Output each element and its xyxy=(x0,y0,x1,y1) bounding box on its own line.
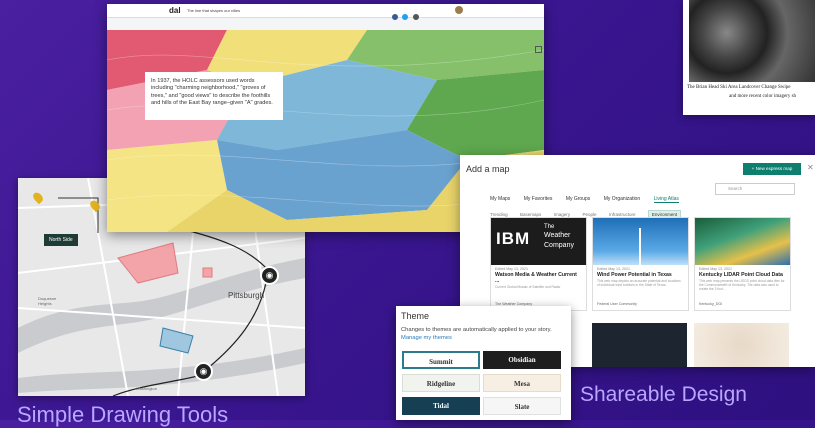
expand-icon[interactable] xyxy=(535,46,542,53)
card-desc: This web map presents the USGS point clo… xyxy=(699,279,785,291)
story-logo: dal xyxy=(169,6,181,15)
weather-logo-line1: The xyxy=(544,224,555,230)
weather-logo-line2: Weather xyxy=(544,232,571,239)
card-title: Wind Power Potential in Texas xyxy=(597,272,672,278)
steering-wheel-icon[interactable]: ◉ xyxy=(260,266,279,285)
card-desc: This web map depicts an accurate potenti… xyxy=(597,279,681,287)
north-side-label[interactable]: North Side xyxy=(44,234,78,246)
theme-ridgeline[interactable]: Ridgeline xyxy=(402,374,480,392)
search-input[interactable]: Search xyxy=(715,183,795,195)
caption-shareable-design: Shareable Design xyxy=(580,383,747,406)
aerial-photo xyxy=(689,0,815,82)
map-card-thumbnail[interactable] xyxy=(694,323,789,367)
card-title: Kentucky LIDAR Point Cloud Data xyxy=(699,272,783,278)
story-header: dal The line that shapes our cities xyxy=(107,4,544,20)
photo-caption-2: and more recent color imagery sh xyxy=(729,94,797,99)
story-title: The line that shapes our cities xyxy=(187,8,241,13)
pittsburgh-label: Pittsburgh xyxy=(228,291,265,300)
map-card-thumbnail[interactable] xyxy=(592,323,687,367)
search-placeholder: Search xyxy=(728,186,743,191)
photo-caption: The Brian Head Ski Area Landcover Change… xyxy=(687,85,791,90)
wind-turbine-thumbnail xyxy=(593,218,688,265)
card-source: Kentucky_DGI xyxy=(699,302,723,306)
story-caption-box: In 1937, the HOLC assessors used words i… xyxy=(145,72,283,120)
theme-summit[interactable]: Summit xyxy=(402,351,480,369)
theme-tidal[interactable]: Tidal xyxy=(402,397,480,415)
tab-living-atlas[interactable]: Living Atlas xyxy=(653,196,679,203)
close-icon[interactable]: ✕ xyxy=(807,163,814,172)
theme-mesa[interactable]: Mesa xyxy=(483,374,561,392)
caption-simple-drawing-tools: Simple Drawing Tools xyxy=(17,402,229,427)
tab-my-groups[interactable]: My Groups xyxy=(566,196,590,202)
weather-logo-line3: Company xyxy=(544,242,574,249)
card-desc: Current Global Mosaic of Satellite and R… xyxy=(495,285,561,289)
steering-wheel-icon[interactable]: ◉ xyxy=(194,362,213,381)
duquesne-label: Duquesne Heights xyxy=(38,296,57,306)
theme-slate[interactable]: Slate xyxy=(483,397,561,415)
map-card[interactable]: Edited May 13, 2021 Kentucky LIDAR Point… xyxy=(694,217,791,311)
tab-my-maps[interactable]: My Maps xyxy=(490,196,510,202)
washington-label: Washington xyxy=(136,386,157,391)
lidar-thumbnail xyxy=(695,218,790,265)
theme-description: Changes to themes are automatically appl… xyxy=(401,326,569,342)
ibm-weather-thumbnail: IBM The Weather Company xyxy=(491,218,586,265)
map-card[interactable]: Edited May 13, 2021 Wind Power Potential… xyxy=(592,217,689,311)
story-caption-text: In 1937, the HOLC assessors used words i… xyxy=(151,78,273,106)
manage-themes-link[interactable]: Manage my themes xyxy=(401,335,452,341)
tab-my-favorites[interactable]: My Favorites xyxy=(524,196,553,202)
add-map-title: Add a map xyxy=(466,164,510,174)
ibm-logo: IBM xyxy=(496,229,531,248)
card-source: Federal User Community xyxy=(597,302,637,306)
new-express-map-button[interactable]: + New express map xyxy=(743,163,801,175)
theme-obsidian[interactable]: Obsidian xyxy=(483,351,561,369)
theme-title: Theme xyxy=(401,311,430,321)
theme-panel[interactable]: Theme Changes to themes are automaticall… xyxy=(396,306,571,420)
map-card[interactable]: IBM The Weather Company Edited May 13, 2… xyxy=(490,217,587,311)
avatar[interactable] xyxy=(455,6,463,14)
theme-desc-text: Changes to themes are automatically appl… xyxy=(401,327,552,333)
landcover-photo-panel: The Brian Head Ski Area Landcover Change… xyxy=(683,0,815,115)
tab-my-organization[interactable]: My Organization xyxy=(604,196,640,202)
card-title: Watson Media & Weather Current ... xyxy=(495,272,577,284)
